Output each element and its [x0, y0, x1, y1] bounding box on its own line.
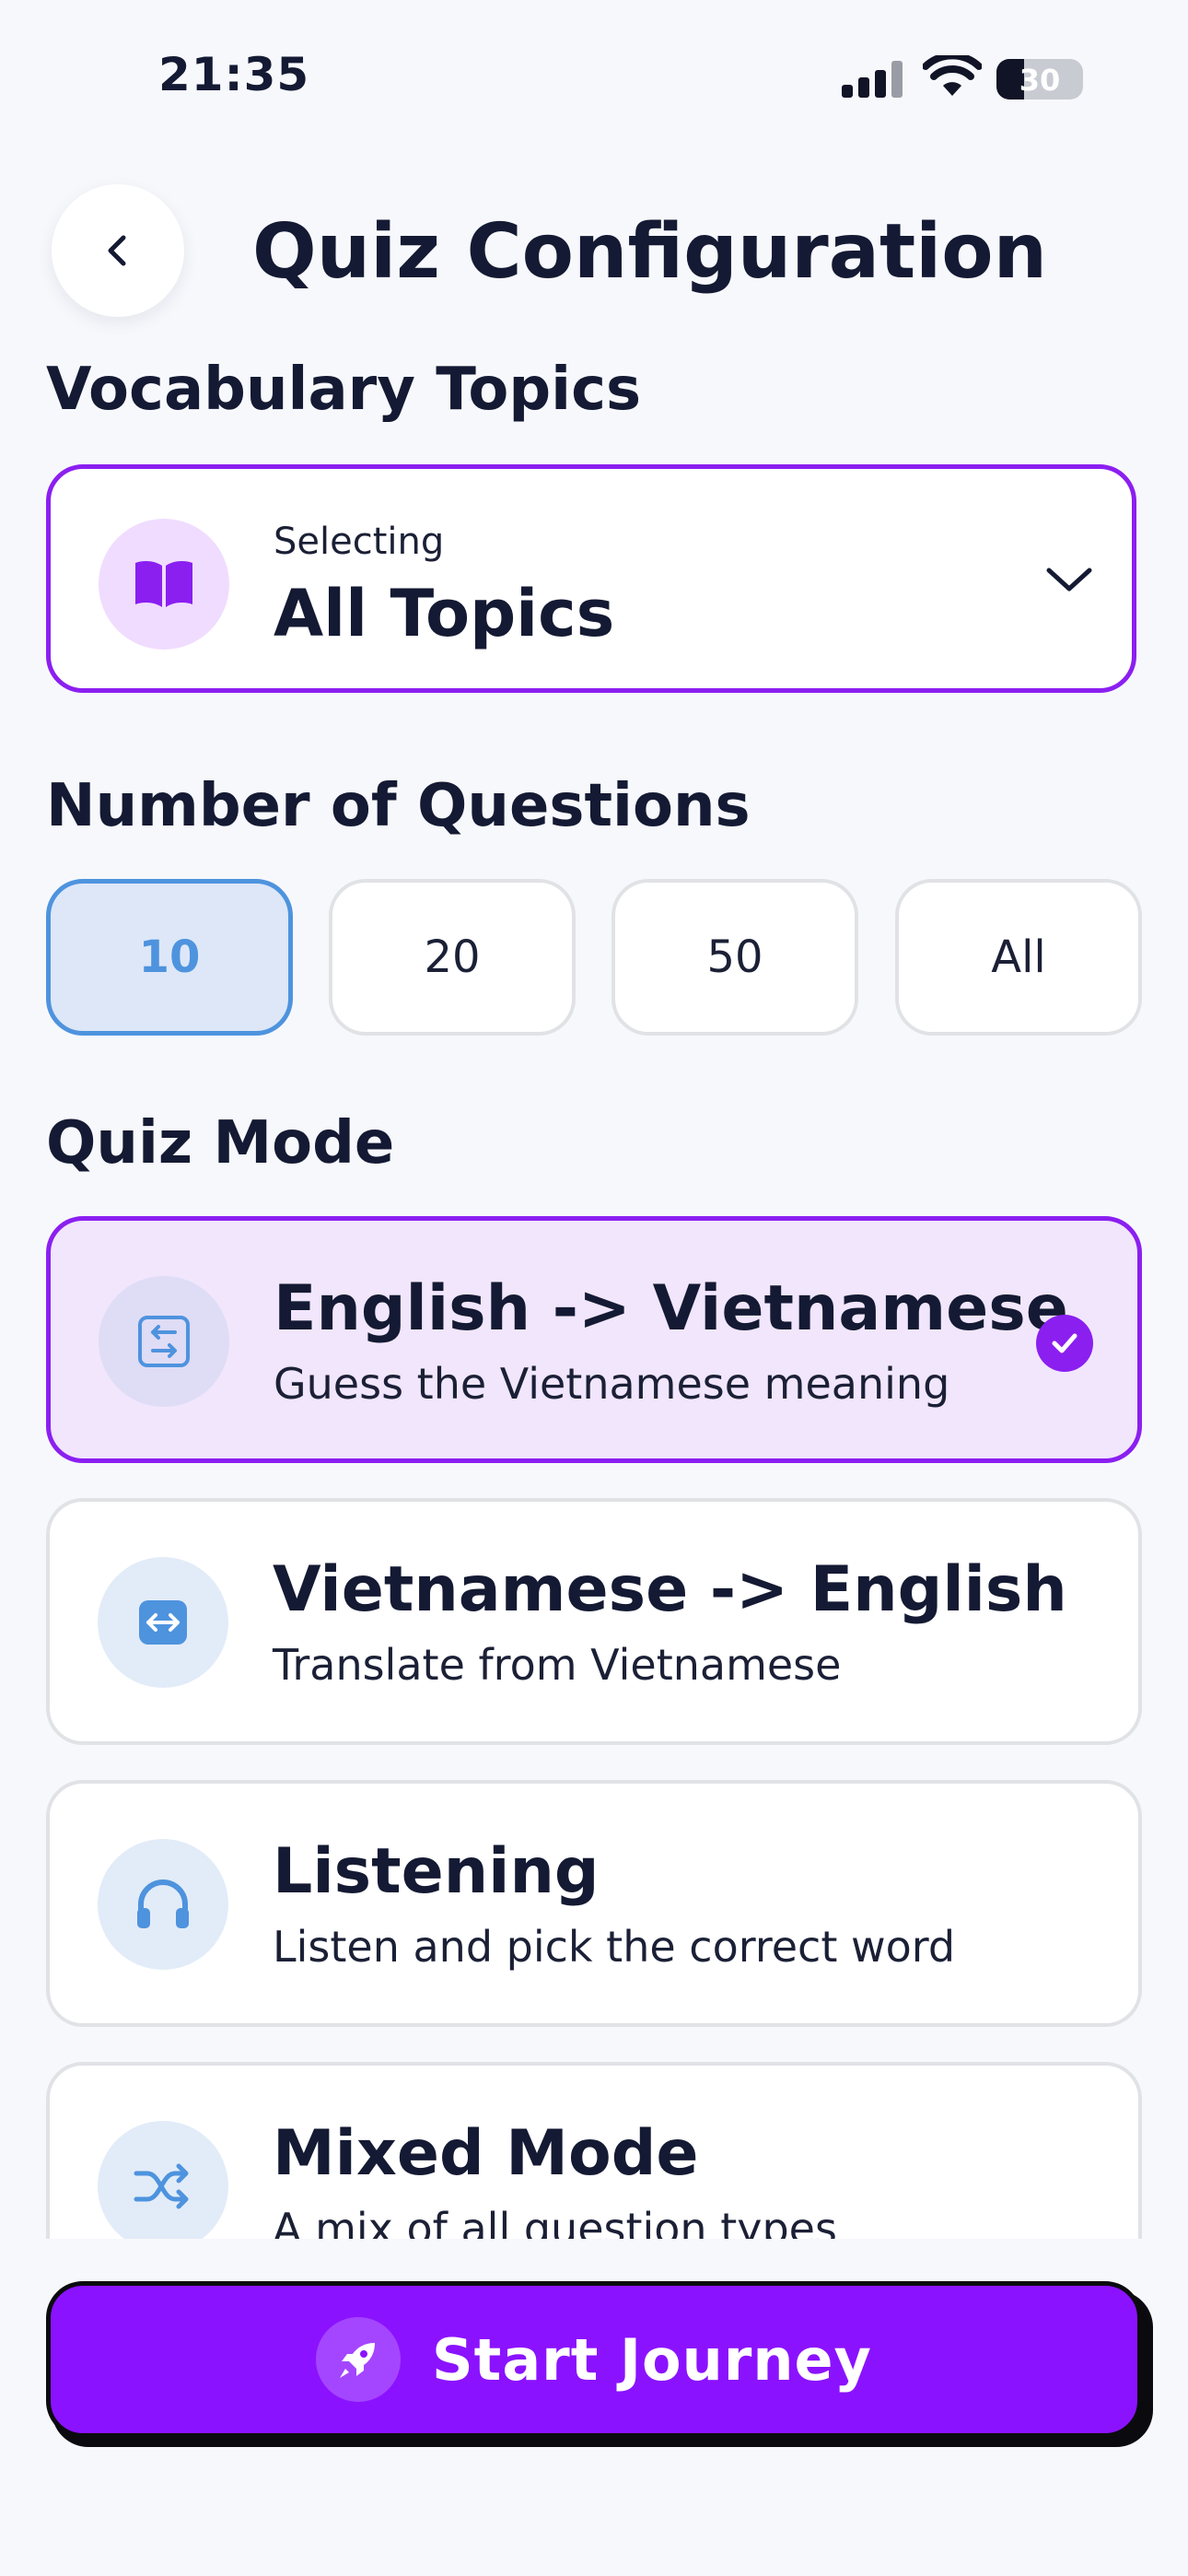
- question-count-20[interactable]: 20: [329, 879, 576, 1036]
- battery-icon: 30: [996, 59, 1083, 100]
- book-icon-badge: [99, 519, 229, 650]
- book-icon: [135, 561, 192, 607]
- topic-caption: Selecting: [274, 521, 445, 563]
- question-count-all[interactable]: All: [895, 879, 1142, 1036]
- back-button[interactable]: [52, 184, 184, 317]
- topics-section-label: Vocabulary Topics: [46, 356, 642, 424]
- topic-dropdown[interactable]: Selecting All Topics: [46, 464, 1136, 693]
- mode-title: Listening: [273, 1835, 600, 1908]
- wifi-icon: [923, 55, 982, 96]
- start-journey-button[interactable]: Start Journey: [46, 2281, 1142, 2438]
- shuffle-icon-badge: [98, 2121, 228, 2239]
- mode-description: A mix of all question types: [273, 2204, 837, 2239]
- question-count-50[interactable]: 50: [611, 879, 858, 1036]
- mode-title: Mixed Mode: [273, 2117, 699, 2190]
- question-count-10[interactable]: 10: [46, 879, 293, 1036]
- battery-level: 30: [1019, 63, 1061, 98]
- mode-option-listening[interactable]: Listening Listen and pick the correct wo…: [46, 1780, 1142, 2027]
- questions-section-label: Number of Questions: [46, 772, 751, 840]
- headphones-icon: [137, 1879, 189, 1928]
- start-journey-label: Start Journey: [432, 2325, 872, 2394]
- topic-selected-value: All Topics: [274, 576, 615, 651]
- chevron-left-icon: [108, 235, 126, 266]
- chevron-down-icon: [1046, 568, 1092, 591]
- rocket-icon: [316, 2317, 402, 2402]
- cellular-signal-icon: [842, 61, 903, 98]
- mode-section-label: Quiz Mode: [46, 1109, 395, 1177]
- headphones-icon-badge: [98, 1839, 228, 1970]
- shuffle-icon: [134, 2163, 189, 2209]
- mode-description: Listen and pick the correct word: [273, 1922, 956, 1972]
- mode-option-mixed[interactable]: Mixed Mode A mix of all question types: [46, 2062, 1142, 2239]
- page-title: Quiz Configuration: [252, 208, 1048, 296]
- status-time: 21:35: [158, 48, 310, 101]
- mode-list-scroll-area[interactable]: Listening Listen and pick the correct wo…: [0, 1198, 1188, 2239]
